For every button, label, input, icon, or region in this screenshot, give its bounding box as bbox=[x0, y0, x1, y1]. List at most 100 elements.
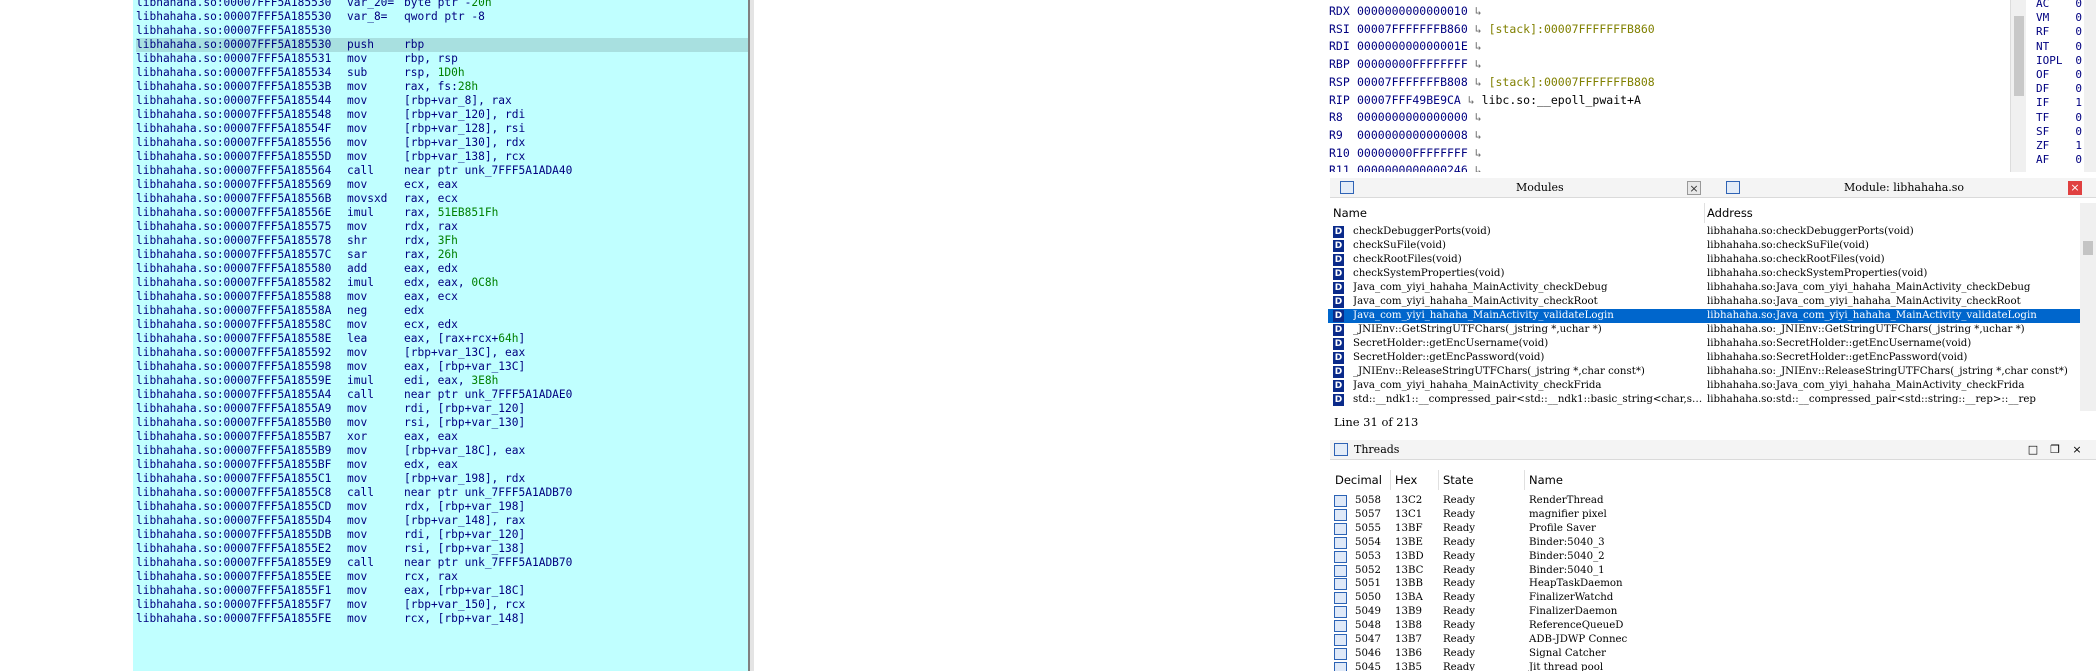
disasm-operands[interactable]: near ptr unk_7FFF5A1ADB70 bbox=[404, 556, 572, 569]
close-icon[interactable]: × bbox=[1687, 181, 1701, 195]
modules-panel-title[interactable]: Modules × bbox=[1330, 178, 1712, 198]
thread-row[interactable]: 5052 13BC Ready Binder:5040_1 bbox=[1330, 564, 2096, 578]
module-function-row[interactable]: D _JNIEnv::GetStringUTFChars(_jstring *,u… bbox=[1328, 323, 2080, 337]
module-function-row[interactable]: DcheckDebuggerPorts(void) libhahaha.so:ch… bbox=[1328, 225, 2080, 239]
module-function-row[interactable]: Dstd::__ndk1::__compressed_pair<std::__n… bbox=[1328, 393, 2080, 407]
jump-arrow-icon[interactable]: ↳ bbox=[1468, 146, 1489, 160]
register-value[interactable]: 00007FFF49BE9CA bbox=[1357, 93, 1461, 107]
disasm-line[interactable]: libhahaha.so:00007FFF5A185530 var_8= qword… bbox=[136, 10, 748, 24]
disasm-operands[interactable]: byte ptr -20h bbox=[404, 0, 492, 9]
disasm-operands[interactable]: rax, ecx bbox=[404, 192, 458, 205]
disasm-line[interactable]: libhahaha.so:00007FFF5A1855B7 xor eax, eax bbox=[136, 430, 748, 444]
flag-row[interactable]: DF 0 bbox=[2036, 81, 2082, 96]
restore-icon[interactable]: ❐ bbox=[2048, 443, 2062, 457]
disasm-operands[interactable]: eax, edx bbox=[404, 262, 458, 275]
disasm-operands[interactable]: rbp, rsp bbox=[404, 52, 458, 65]
module-functions-table[interactable]: Name Address DcheckDebuggerPorts(void) li… bbox=[1328, 203, 2080, 411]
thread-row[interactable]: 5050 13BA Ready FinalizerWatchd bbox=[1330, 591, 2096, 605]
flag-row[interactable]: SF 0 bbox=[2036, 124, 2082, 139]
disasm-operands[interactable]: [rbp+var_138], rcx bbox=[404, 150, 525, 163]
module-function-row[interactable]: D _JNIEnv::ReleaseStringUTFChars(_jstring… bbox=[1328, 365, 2080, 379]
disasm-line[interactable]: libhahaha.so:00007FFF5A1855B9 mov [rbp+var… bbox=[136, 444, 748, 458]
disasm-operands[interactable]: rdx, rax bbox=[404, 220, 458, 233]
disasm-line[interactable]: libhahaha.so:00007FFF5A185556 mov [rbp+var… bbox=[136, 136, 748, 150]
disasm-operands[interactable]: [rbp+var_120], rdi bbox=[404, 108, 525, 121]
register-reference[interactable]: [stack]:00007FFFFFFFB808 bbox=[1489, 75, 1655, 89]
disasm-operands[interactable]: rsi, [rbp+var_130] bbox=[404, 416, 525, 429]
disasm-line[interactable]: libhahaha.so:00007FFF5A185548 mov [rbp+var… bbox=[136, 108, 748, 122]
disasm-operands[interactable]: near ptr unk_7FFF5A1ADAE0 bbox=[404, 388, 572, 401]
flag-row[interactable]: IF 1 bbox=[2036, 95, 2082, 110]
disasm-line[interactable]: libhahaha.so:00007FFF5A18556E imul rax, 51… bbox=[136, 206, 748, 220]
disassembly-view[interactable]: libhahaha.so:00007FFF5A185530 var_20= byte… bbox=[133, 0, 750, 671]
flag-row[interactable]: RF 0 bbox=[2036, 24, 2082, 39]
register-value[interactable]: 00007FFFFFFFB860 bbox=[1357, 22, 1468, 36]
disasm-operands[interactable]: eax, [rax+rcx+64h] bbox=[404, 332, 525, 345]
module-function-row[interactable]: D SecretHolder::getEncUsername(void) libha… bbox=[1328, 337, 2080, 351]
disasm-line[interactable]: libhahaha.so:00007FFF5A1855DB mov rdi, [rb… bbox=[136, 528, 748, 542]
disasm-operands[interactable]: [rbp+var_148], rax bbox=[404, 514, 525, 527]
disasm-operands[interactable]: [rbp+var_8], rax bbox=[404, 94, 512, 107]
disasm-line[interactable]: libhahaha.so:00007FFF5A185530 var_20= byte… bbox=[136, 0, 748, 10]
disasm-line[interactable]: libhahaha.so:00007FFF5A185575 mov rdx, rax bbox=[136, 220, 748, 234]
module-function-row[interactable]: DcheckSuFile(void) libhahaha.so:checkSuFi… bbox=[1328, 239, 2080, 253]
disasm-operands[interactable]: rcx, [rbp+var_148] bbox=[404, 612, 525, 625]
disasm-line[interactable]: libhahaha.so:00007FFF5A18554F mov [rbp+var… bbox=[136, 122, 748, 136]
general-registers-view[interactable]: RDX 0000000000000010 ↳ RSI 00007FFFFFFFB86… bbox=[1324, 0, 2010, 172]
disasm-line[interactable]: libhahaha.so:00007FFF5A1855D4 mov [rbp+var… bbox=[136, 514, 748, 528]
col-state-header[interactable]: State bbox=[1443, 470, 1473, 490]
disasm-line[interactable]: libhahaha.so:00007FFF5A185580 add eax, edx bbox=[136, 262, 748, 276]
disasm-line[interactable]: libhahaha.so:00007FFF5A1855BF mov edx, eax bbox=[136, 458, 748, 472]
disasm-line[interactable]: libhahaha.so:00007FFF5A185582 imul edx, ea… bbox=[136, 276, 748, 290]
disasm-line[interactable]: libhahaha.so:00007FFF5A18559E imul edi, ea… bbox=[136, 374, 748, 388]
register-row[interactable]: RDX 0000000000000010 ↳ bbox=[1329, 2, 1489, 20]
disasm-operands[interactable]: edx, eax, 0C8h bbox=[404, 276, 498, 289]
disasm-line[interactable]: libhahaha.so:00007FFF5A1855C8 call near pt… bbox=[136, 486, 748, 500]
register-value[interactable]: 0000000000000010 bbox=[1357, 4, 1468, 18]
flag-row[interactable]: TF 0 bbox=[2036, 110, 2082, 125]
disasm-operands[interactable]: rdi, [rbp+var_120] bbox=[404, 402, 525, 415]
disasm-line[interactable]: libhahaha.so:00007FFF5A18553B mov rax, fs:… bbox=[136, 80, 748, 94]
flag-row[interactable]: ZF 1 bbox=[2036, 138, 2082, 153]
disasm-line[interactable]: libhahaha.so:00007FFF5A1855F7 mov [rbp+var… bbox=[136, 598, 748, 612]
disasm-line[interactable]: libhahaha.so:00007FFF5A185592 mov [rbp+var… bbox=[136, 346, 748, 360]
disasm-operands[interactable]: rbp bbox=[404, 38, 424, 51]
thread-row[interactable]: 5047 13B7 Ready ADB-JDWP Connec bbox=[1330, 633, 2096, 647]
disasm-operands[interactable]: rax, 51EB851Fh bbox=[404, 206, 498, 219]
module-function-row[interactable]: D Java_com_yiyi_hahaha_MainActivity_check… bbox=[1328, 281, 2080, 295]
register-row[interactable]: RIP 00007FFF49BE9CA ↳ libc.so:__epoll_pwa… bbox=[1329, 91, 1641, 109]
flag-value[interactable]: 1 bbox=[2066, 138, 2082, 153]
disasm-line[interactable]: libhahaha.so:00007FFF5A1855CD mov rdx, [rb… bbox=[136, 500, 748, 514]
flag-value[interactable]: 0 bbox=[2066, 124, 2082, 139]
disasm-operands[interactable]: ecx, eax bbox=[404, 178, 458, 191]
disasm-operands[interactable]: near ptr unk_7FFF5A1ADB70 bbox=[404, 486, 572, 499]
disasm-line[interactable]: libhahaha.so:00007FFF5A18558A neg edx bbox=[136, 304, 748, 318]
close-icon[interactable]: × bbox=[2068, 181, 2082, 195]
register-row[interactable]: R10 00000000FFFFFFFF ↳ bbox=[1329, 144, 1489, 162]
close-icon[interactable]: × bbox=[2070, 443, 2084, 457]
col-decimal-header[interactable]: Decimal bbox=[1335, 470, 1382, 490]
flag-value[interactable]: 0 bbox=[2066, 110, 2082, 125]
register-row[interactable]: RDI 000000000000001E ↳ bbox=[1329, 37, 1489, 55]
disasm-operands[interactable]: edx, eax bbox=[404, 458, 458, 471]
module-function-row[interactable]: D Java_com_yiyi_hahaha_MainActivity_valid… bbox=[1328, 309, 2080, 323]
disasm-operands[interactable]: eax, [rbp+var_13C] bbox=[404, 360, 525, 373]
disasm-line[interactable]: libhahaha.so:00007FFF5A1855E2 mov rsi, [rb… bbox=[136, 542, 748, 556]
jump-arrow-icon[interactable]: ↳ bbox=[1468, 75, 1489, 89]
registers-scrollbar[interactable] bbox=[2010, 0, 2026, 172]
register-value[interactable]: 0000000000000246 bbox=[1357, 163, 1468, 172]
jump-arrow-icon[interactable]: ↳ bbox=[1468, 39, 1489, 53]
col-name-header[interactable]: Name bbox=[1333, 203, 1367, 223]
flag-value[interactable]: 1 bbox=[2066, 95, 2082, 110]
disasm-line[interactable]: libhahaha.so:00007FFF5A185564 call near pt… bbox=[136, 164, 748, 178]
register-value[interactable]: 00000000FFFFFFFF bbox=[1357, 146, 1468, 160]
disasm-operands[interactable]: [rbp+var_198], rdx bbox=[404, 472, 525, 485]
module-function-row[interactable]: D SecretHolder::getEncPassword(void) libha… bbox=[1328, 351, 2080, 365]
disasm-line[interactable]: libhahaha.so:00007FFF5A18555D mov [rbp+var… bbox=[136, 150, 748, 164]
module-function-row[interactable]: DcheckRootFiles(void) libhahaha.so:checkR… bbox=[1328, 253, 2080, 267]
flag-row[interactable]: VM 0 bbox=[2036, 10, 2082, 25]
thread-row[interactable]: 5054 13BE Ready Binder:5040_3 bbox=[1330, 536, 2096, 550]
thread-row[interactable]: 5053 13BD Ready Binder:5040_2 bbox=[1330, 550, 2096, 564]
register-row[interactable]: R8 0000000000000000 ↳ bbox=[1329, 108, 1489, 126]
maximize-icon[interactable]: □ bbox=[2026, 443, 2040, 457]
